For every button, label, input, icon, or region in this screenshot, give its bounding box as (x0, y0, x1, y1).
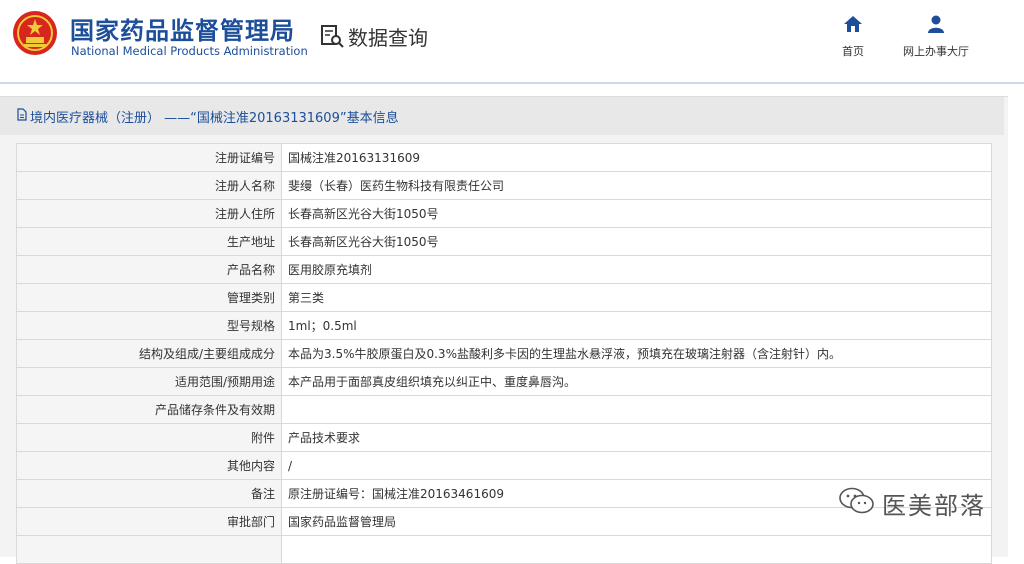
data-query-title: 数据查询 (348, 26, 428, 50)
row-label: 产品名称 (16, 255, 282, 284)
row-value: 斐缦（长春）医药生物科技有限责任公司 (281, 171, 992, 200)
row-label: 生产地址 (16, 227, 282, 256)
national-emblem-icon (13, 11, 57, 55)
table-row: 生产地址 长春高新区光谷大街1050号 (16, 227, 992, 256)
nav-online-hall-label: 网上办事大厅 (903, 45, 969, 58)
row-value: 第三类 (281, 283, 992, 312)
row-label: 注册人住所 (16, 199, 282, 228)
agency-name-cn: 国家药品监督管理局 (70, 17, 295, 45)
table-row: 型号规格 1ml；0.5ml (16, 311, 992, 340)
table-row: 附件 产品技术要求 (16, 423, 992, 452)
row-value: 国械注准20163131609 (281, 143, 992, 172)
row-label: 适用范围/预期用途 (16, 367, 282, 396)
row-value (281, 535, 992, 564)
panel-title: 境内医疗器械（注册） ——“国械注准20163131609”基本信息 (30, 111, 399, 126)
table-row: 注册证编号 国械注准20163131609 (16, 143, 992, 172)
nav-home-label: 首页 (842, 45, 864, 58)
table-row: 产品储存条件及有效期 (16, 395, 992, 424)
row-value: 长春高新区光谷大街1050号 (281, 199, 992, 228)
agency-name-en: National Medical Products Administration (71, 44, 308, 58)
row-label: 审批部门 (16, 507, 282, 536)
row-label: 管理类别 (16, 283, 282, 312)
row-label: 结构及组成/主要组成成分 (16, 339, 282, 368)
table-row: 注册人名称 斐缦（长春）医药生物科技有限责任公司 (16, 171, 992, 200)
home-icon (844, 16, 862, 32)
nav-home[interactable]: 首页 (836, 14, 870, 59)
row-label: 其他内容 (16, 451, 282, 480)
row-label: 型号规格 (16, 311, 282, 340)
document-icon (17, 108, 27, 121)
row-value: / (281, 451, 992, 480)
table-row (16, 535, 992, 564)
row-label: 注册人名称 (16, 171, 282, 200)
nav-online-hall[interactable]: 网上办事大厅 (896, 14, 976, 59)
row-label (16, 535, 282, 564)
table-row: 产品名称 医用胶原充填剂 (16, 255, 992, 284)
row-value: 本品为3.5%牛胶原蛋白及0.3%盐酸利多卡因的生理盐水悬浮液，预填充在玻璃注射… (281, 339, 992, 368)
table-row: 其他内容 / (16, 451, 992, 480)
row-value: 本产品用于面部真皮组织填充以纠正中、重度鼻唇沟。 (281, 367, 992, 396)
table-row: 注册人住所 长春高新区光谷大街1050号 (16, 199, 992, 228)
watermark-text: 医美部落 (882, 492, 986, 520)
row-label: 注册证编号 (16, 143, 282, 172)
table-row: 管理类别 第三类 (16, 283, 992, 312)
row-label: 产品储存条件及有效期 (16, 395, 282, 424)
row-label: 附件 (16, 423, 282, 452)
row-value: 医用胶原充填剂 (281, 255, 992, 284)
row-value: 长春高新区光谷大街1050号 (281, 227, 992, 256)
wechat-icon (839, 487, 874, 514)
panel-title-bar: 境内医疗器械（注册） ——“国械注准20163131609”基本信息 (0, 97, 1004, 135)
user-icon (928, 15, 944, 33)
site-header: 国家药品监督管理局 National Medical Products Admi… (0, 0, 1024, 84)
row-value: 1ml；0.5ml (281, 311, 992, 340)
table-row: 结构及组成/主要组成成分 本品为3.5%牛胶原蛋白及0.3%盐酸利多卡因的生理盐… (16, 339, 992, 368)
row-label: 备注 (16, 479, 282, 508)
data-query-icon (321, 25, 344, 48)
row-value: 产品技术要求 (281, 423, 992, 452)
table-row: 适用范围/预期用途 本产品用于面部真皮组织填充以纠正中、重度鼻唇沟。 (16, 367, 992, 396)
row-value (281, 395, 992, 424)
wechat-watermark: 医美部落 (838, 480, 1018, 520)
